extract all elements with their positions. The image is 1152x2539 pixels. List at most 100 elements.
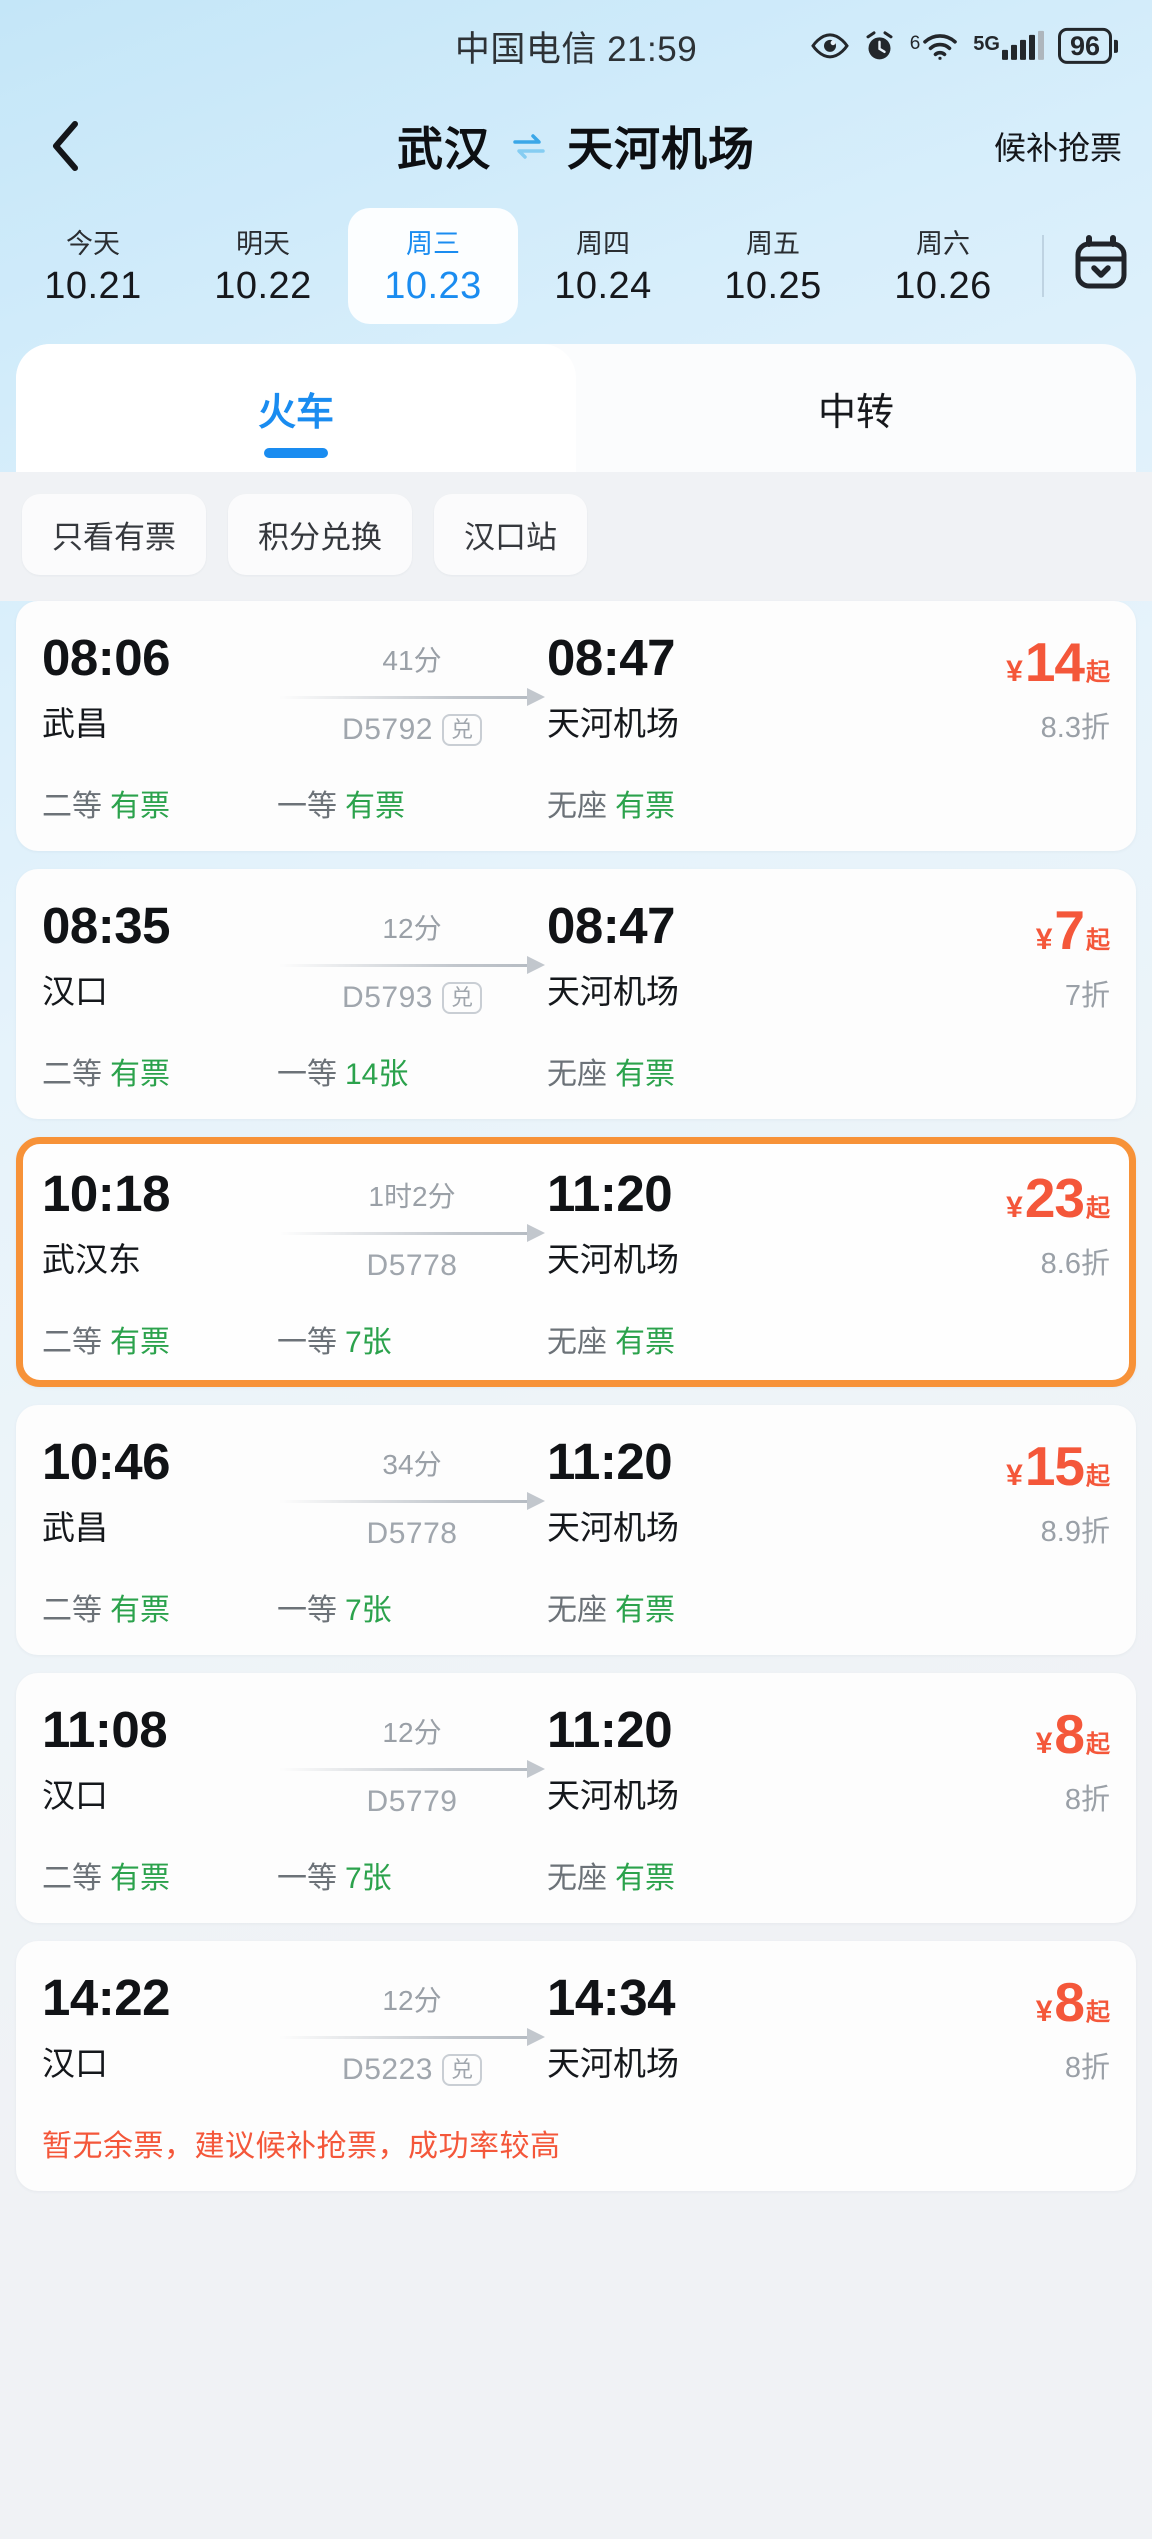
- date-tab[interactable]: 周三 10.23: [348, 208, 518, 324]
- departure-block: 08:35 汉口: [42, 899, 277, 1013]
- seat-class-item[interactable]: 无座 有票: [547, 781, 1110, 825]
- chevron-left-icon: [48, 119, 82, 173]
- date-tab[interactable]: 周五 10.25: [688, 208, 858, 324]
- train-card[interactable]: 08:06 武昌 41分 D5792 兑 08:47 天河机场 ¥14 起 8.3折 二等 有票 一等有…: [16, 601, 1136, 851]
- seat-status: 有票: [345, 790, 405, 823]
- train-number-row: D5223 兑: [277, 2053, 547, 2087]
- wifi-generation-label: 6: [909, 33, 921, 54]
- seat-status: 14张: [345, 1058, 409, 1091]
- train-number-row: D5779: [277, 1785, 547, 1819]
- battery-indicator: 96: [1057, 27, 1118, 65]
- date-weekday: 周四: [576, 229, 630, 259]
- train-summary-row: 10:18 武汉东 1时2分 D5778 11:20 天河机场 ¥23 起 8.6折: [42, 1167, 1110, 1283]
- seat-class-item[interactable]: 一等 7张: [277, 1585, 547, 1629]
- train-number-row: D5778: [277, 1517, 547, 1551]
- price-amount: 23: [1024, 1167, 1085, 1229]
- mode-tab[interactable]: 中转: [576, 344, 1136, 472]
- seat-availability-row: 二等 有票 一等 7张 无座 有票: [42, 1853, 1110, 1897]
- price-amount: 7: [1054, 899, 1085, 961]
- train-card[interactable]: 10:46 武昌 34分 D5778 11:20 天河机场 ¥15 起 8.9折二等 有票 一等 7张…: [16, 1405, 1136, 1655]
- seat-class-label: 一等: [277, 1058, 337, 1091]
- journey-block: 1时2分 D5778: [277, 1167, 547, 1283]
- destination-station-title: 天河机场: [567, 123, 755, 175]
- date-weekday: 明天: [236, 229, 290, 259]
- date-weekday: 周三: [406, 229, 460, 259]
- train-number-row: D5778: [277, 1249, 547, 1283]
- date-number: 10.24: [554, 265, 652, 307]
- arrival-block: 08:47 天河机场: [547, 899, 910, 1013]
- date-number: 10.23: [384, 265, 482, 307]
- seat-class-item[interactable]: 无座 有票: [547, 1853, 1110, 1897]
- seat-class-label: 一等: [277, 1594, 337, 1627]
- ticket-price: ¥7 起: [910, 903, 1110, 958]
- train-number-row: D5792 兑: [277, 713, 547, 747]
- price-from-suffix: 起: [1086, 659, 1110, 686]
- departure-block: 10:46 武昌: [42, 1435, 277, 1549]
- seat-status: 有票: [110, 790, 170, 823]
- seat-class-item[interactable]: 二等 有票: [42, 1049, 277, 1093]
- seat-availability-row: 二等 有票 一等 14张 无座 有票: [42, 1049, 1110, 1093]
- train-card[interactable]: 10:18 武汉东 1时2分 D5778 11:20 天河机场 ¥23 起 8.6折二等 有票 一等…: [16, 1137, 1136, 1387]
- seat-availability-row: 二等 有票 一等 7张 无座 有票: [42, 1317, 1110, 1361]
- date-number: 10.25: [724, 265, 822, 307]
- date-tab[interactable]: 周六 10.26: [858, 208, 1028, 324]
- seat-class-item[interactable]: 一等 有票: [277, 781, 547, 825]
- train-number: D5778: [366, 1249, 458, 1282]
- filter-chip[interactable]: 汉口站: [434, 494, 587, 575]
- back-button[interactable]: [30, 111, 100, 181]
- seat-class-item[interactable]: 无座 有票: [547, 1585, 1110, 1629]
- seat-class-item[interactable]: 无座 有票: [547, 1049, 1110, 1093]
- date-weekday: 周五: [746, 229, 800, 259]
- train-card[interactable]: 11:08 汉口 12分 D5779 11:20 天河机场 ¥8 起 8折 二等 有票 一等 7张 无座有…: [16, 1673, 1136, 1923]
- filter-chip-row: 只看有票 积分兑换 汉口站: [0, 472, 1152, 601]
- seat-class-item[interactable]: 二等 有票: [42, 1853, 277, 1897]
- mode-tab-panel: 火车 中转: [16, 344, 1136, 472]
- train-summary-row: 10:46 武昌 34分 D5778 11:20 天河机场 ¥15 起 8.9折: [42, 1435, 1110, 1551]
- date-tab[interactable]: 周四 10.24: [518, 208, 688, 324]
- seat-class-item[interactable]: 二等 有票: [42, 781, 277, 825]
- seat-class-item[interactable]: 二等 有票: [42, 1317, 277, 1361]
- ticket-price: ¥14 起: [910, 635, 1110, 690]
- seat-class-item[interactable]: 二等 有票: [42, 1585, 277, 1629]
- calendar-button[interactable]: [1058, 234, 1144, 298]
- departure-station: 武昌: [42, 704, 108, 742]
- page-header: 武汉 天河机场 候补抢票: [0, 92, 1152, 200]
- price-from-suffix: 起: [1086, 1195, 1110, 1222]
- direction-arrow-icon: [279, 953, 545, 975]
- mode-tab[interactable]: 火车: [16, 344, 576, 472]
- date-divider: [1042, 235, 1044, 297]
- date-tab[interactable]: 今天 10.21: [8, 208, 178, 324]
- departure-time: 08:35: [42, 897, 170, 954]
- seat-status: 有票: [615, 1058, 675, 1091]
- date-weekday: 今天: [66, 229, 120, 259]
- arrival-block: 11:20 天河机场: [547, 1703, 910, 1817]
- date-number: 10.21: [44, 265, 142, 307]
- seat-class-item[interactable]: 无座 有票: [547, 1317, 1110, 1361]
- seat-class-label: 二等: [42, 1862, 102, 1895]
- arrival-station: 天河机场: [547, 2044, 679, 2082]
- price-amount: 14: [1024, 631, 1085, 693]
- wifi6-icon: 6: [910, 32, 960, 60]
- train-number-row: D5793 兑: [277, 981, 547, 1015]
- arrival-block: 14:34 天河机场: [547, 1971, 910, 2085]
- date-tab[interactable]: 明天 10.22: [178, 208, 348, 324]
- filter-chip[interactable]: 只看有票: [22, 494, 206, 575]
- seat-class-item[interactable]: 一等 7张: [277, 1853, 547, 1897]
- seat-class-item[interactable]: 一等 14张: [277, 1049, 547, 1093]
- journey-block: 12分 D5793 兑: [277, 899, 547, 1015]
- waitlist-grab-button[interactable]: 候补抢票: [994, 123, 1122, 169]
- train-card[interactable]: 14:22 汉口 12分 D5223 兑 14:34 天河机场 ¥8 起 8折 暂无余票，建议候补抢…: [16, 1941, 1136, 2191]
- train-card[interactable]: 08:35 汉口 12分 D5793 兑 08:47 天河机场 ¥7 起 7折 二等 有票 一等 14张无…: [16, 869, 1136, 1119]
- seat-class-item[interactable]: 一等 7张: [277, 1317, 547, 1361]
- date-weekday: 周六: [916, 229, 970, 259]
- price-from-suffix: 起: [1086, 1999, 1110, 2026]
- calendar-icon: [1073, 234, 1129, 298]
- discount-rate: 8.9折: [1040, 1516, 1110, 1548]
- filter-chip-label: 汉口站: [464, 520, 557, 555]
- ticket-price: ¥8 起: [910, 1975, 1110, 2030]
- journey-duration: 12分: [382, 913, 442, 944]
- no-ticket-notice: 暂无余票，建议候补抢票，成功率较高: [42, 2130, 561, 2163]
- filter-chip[interactable]: 积分兑换: [228, 494, 412, 575]
- currency-symbol: ¥: [1035, 1995, 1053, 2028]
- filter-chip-label: 积分兑换: [258, 520, 382, 555]
